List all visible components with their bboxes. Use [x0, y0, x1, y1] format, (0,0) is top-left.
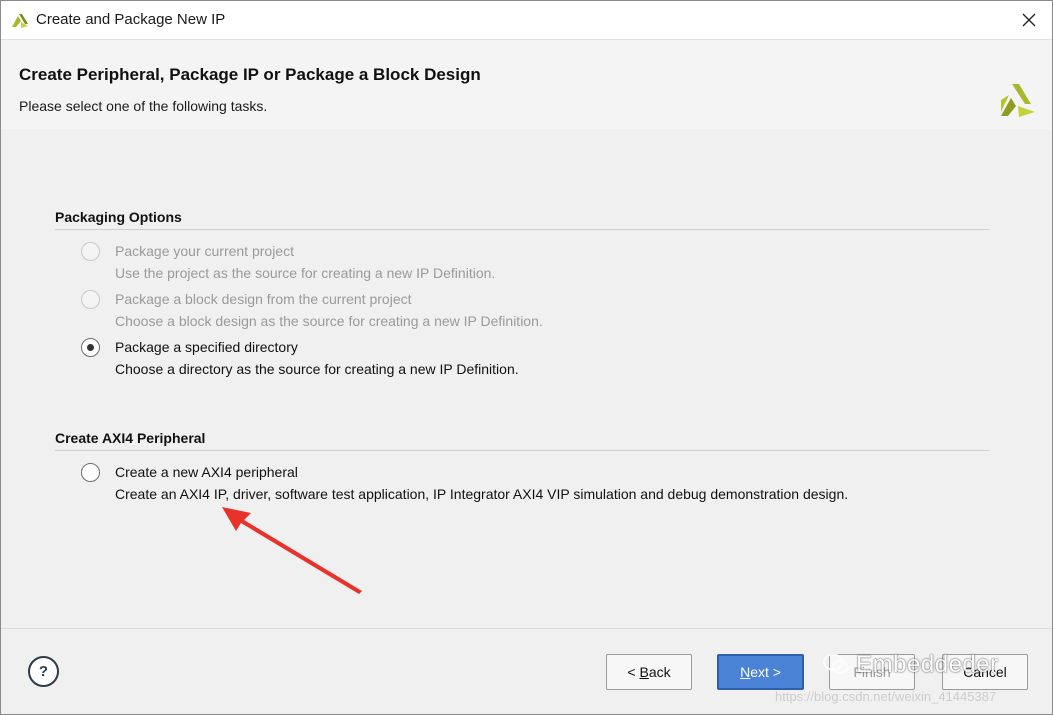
- option-package-specified-directory[interactable]: Package a specified directory Choose a d…: [79, 335, 979, 381]
- radio-package-current-project[interactable]: [81, 242, 100, 261]
- radio-create-axi4-peripheral[interactable]: [81, 463, 100, 482]
- packaging-divider: [55, 229, 989, 230]
- axi4-peripheral-title: Create AXI4 Peripheral: [55, 430, 206, 446]
- page-subtitle: Please select one of the following tasks…: [19, 98, 268, 114]
- wizard-content: Packaging Options Package your current p…: [1, 129, 1052, 628]
- option-description: Choose a directory as the source for cre…: [115, 361, 519, 377]
- back-mnemonic: B: [639, 664, 649, 680]
- option-label: Package a specified directory: [115, 339, 298, 355]
- wechat-icon: [823, 653, 849, 674]
- close-button[interactable]: [1014, 5, 1044, 35]
- help-button[interactable]: ?: [28, 656, 59, 687]
- option-description: Create an AXI4 IP, driver, software test…: [115, 486, 849, 502]
- wizard-footer: ? < Back Next > Finish Cancel Embeddeder…: [1, 628, 1052, 714]
- back-prefix: <: [627, 664, 640, 680]
- dialog-window: Create and Package New IP Create Periphe…: [0, 0, 1053, 715]
- packaging-options-title: Packaging Options: [55, 209, 182, 225]
- axi4-divider: [55, 450, 989, 451]
- vivado-brand-logo-icon: [1001, 84, 1035, 117]
- page-title: Create Peripheral, Package IP or Package…: [19, 65, 481, 84]
- next-button[interactable]: Next >: [717, 654, 804, 690]
- option-package-current-project[interactable]: Package your current project Use the pro…: [79, 239, 979, 285]
- radio-package-block-design[interactable]: [81, 290, 100, 309]
- next-mnemonic: N: [740, 664, 751, 680]
- title-bar: Create and Package New IP: [1, 1, 1052, 39]
- wizard-header: Create Peripheral, Package IP or Package…: [1, 39, 1052, 129]
- next-label: ext >: [750, 664, 781, 680]
- option-label: Package a block design from the current …: [115, 291, 412, 307]
- option-create-axi4-peripheral[interactable]: Create a new AXI4 peripheral Create an A…: [79, 460, 979, 506]
- close-icon: [1022, 13, 1036, 27]
- vivado-logo-icon: [12, 14, 28, 28]
- option-label: Create a new AXI4 peripheral: [115, 464, 298, 480]
- option-description: Use the project as the source for creati…: [115, 265, 496, 281]
- back-label: ack: [648, 664, 671, 680]
- option-description: Choose a block design as the source for …: [115, 313, 543, 329]
- watermark-brand-text: Embeddeder: [856, 651, 999, 678]
- back-button[interactable]: < Back: [606, 654, 692, 690]
- watermark-brand: Embeddeder: [823, 651, 999, 679]
- window-title: Create and Package New IP: [36, 11, 226, 28]
- radio-package-specified-directory[interactable]: [81, 338, 100, 357]
- watermark-url: https://blog.csdn.net/weixin_41445387: [775, 689, 997, 704]
- option-package-block-design[interactable]: Package a block design from the current …: [79, 287, 979, 333]
- option-label: Package your current project: [115, 243, 294, 259]
